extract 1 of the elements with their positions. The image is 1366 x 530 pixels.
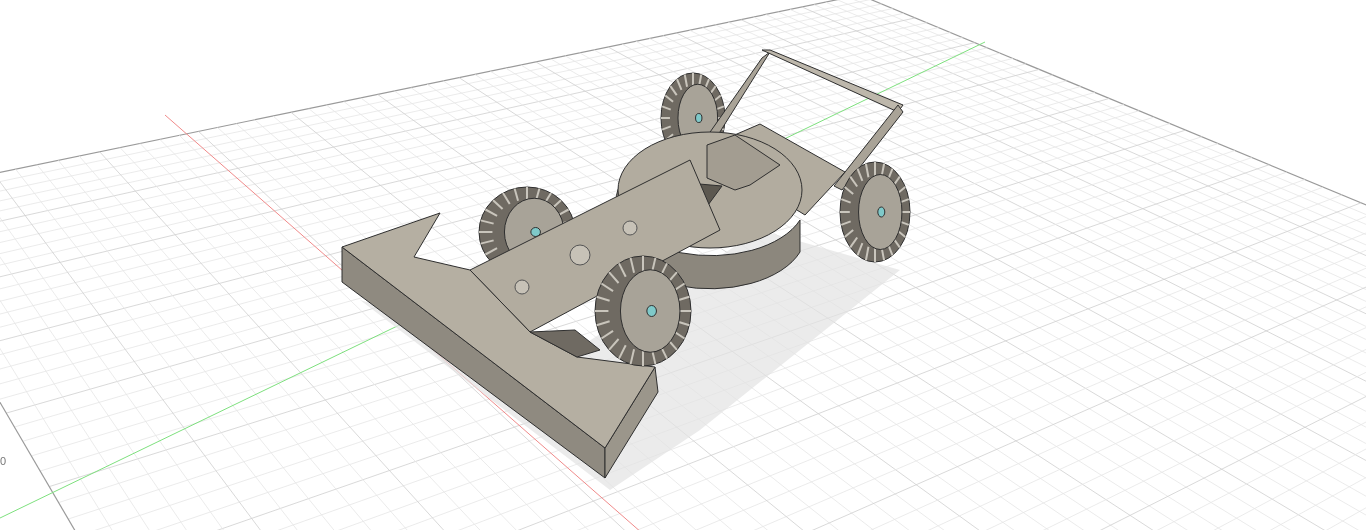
grid-scale-label: 0: [0, 456, 7, 467]
